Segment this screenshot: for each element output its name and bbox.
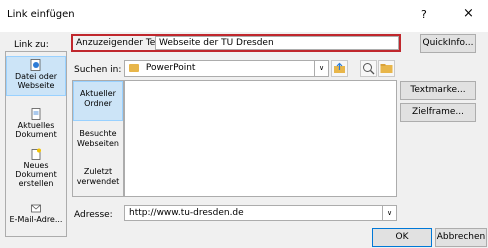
nav-file-or-webpage-label: Datei oder Webseite xyxy=(14,72,58,90)
quickinfo-button[interactable]: QuickInfo... xyxy=(420,34,476,53)
address-value: http://www.tu-dresden.de xyxy=(129,208,244,218)
display-text-label: Anzuzeigender Text: xyxy=(76,38,168,48)
globe-page-icon xyxy=(30,59,41,71)
help-button[interactable]: ? xyxy=(421,8,427,21)
nav-current-document-label: Aktuelles Dokument xyxy=(15,121,57,139)
cancel-button[interactable]: Abbrechen xyxy=(435,228,487,247)
search-in-label: Suchen in: xyxy=(74,65,122,75)
chevron-down-icon[interactable]: ∨ xyxy=(382,206,396,220)
open-folder-icon xyxy=(380,64,393,73)
file-list[interactable] xyxy=(124,80,397,197)
browse-web-button[interactable] xyxy=(360,60,377,77)
browse-web-icon xyxy=(363,63,375,75)
search-in-value: PowerPoint xyxy=(145,63,196,73)
folder-up-icon xyxy=(334,62,345,73)
ok-button[interactable]: OK xyxy=(372,228,432,247)
nav-email-address-label: E-Mail-Adre... xyxy=(9,215,63,224)
nav-new-document[interactable]: Neues Dokument erstellen xyxy=(6,148,66,192)
display-text-input[interactable]: Webseite der TU Dresden xyxy=(155,36,399,50)
folder-icon xyxy=(129,63,139,72)
dialog-title: Link einfügen xyxy=(7,9,75,20)
up-folder-button[interactable] xyxy=(331,60,348,77)
nav-file-or-webpage[interactable]: Datei oder Webseite xyxy=(6,56,66,96)
nav-email-address[interactable]: E-Mail-Adre... xyxy=(6,202,66,232)
link-to-pane: Datei oder Webseite Aktuelles Dokument N… xyxy=(5,51,67,237)
link-to-label: Link zu: xyxy=(14,40,49,50)
nav-recent-files[interactable]: Zuletzt verwendet xyxy=(73,167,123,195)
address-label: Adresse: xyxy=(74,210,113,220)
search-in-dropdown[interactable]: PowerPoint ∨ xyxy=(124,60,329,77)
close-button[interactable]: × xyxy=(463,6,474,21)
browse-file-button[interactable] xyxy=(378,60,395,77)
look-in-nav: Aktueller Ordner Besuchte Webseiten Zule… xyxy=(72,80,124,197)
nav-current-folder[interactable]: Aktueller Ordner xyxy=(73,81,123,121)
document-icon xyxy=(31,108,41,120)
target-frame-button[interactable]: Zielframe... xyxy=(400,103,476,122)
new-document-icon xyxy=(31,148,41,160)
bookmark-button[interactable]: Textmarke... xyxy=(400,81,476,100)
chevron-down-icon[interactable]: ∨ xyxy=(314,61,328,76)
nav-browsed-pages[interactable]: Besuchte Webseiten xyxy=(73,129,123,157)
email-icon xyxy=(31,204,41,213)
nav-current-document[interactable]: Aktuelles Dokument xyxy=(6,108,66,142)
nav-new-document-label: Neues Dokument erstellen xyxy=(15,161,57,188)
display-text-value: Webseite der TU Dresden xyxy=(159,38,274,48)
address-input[interactable]: http://www.tu-dresden.de ∨ xyxy=(124,205,397,221)
